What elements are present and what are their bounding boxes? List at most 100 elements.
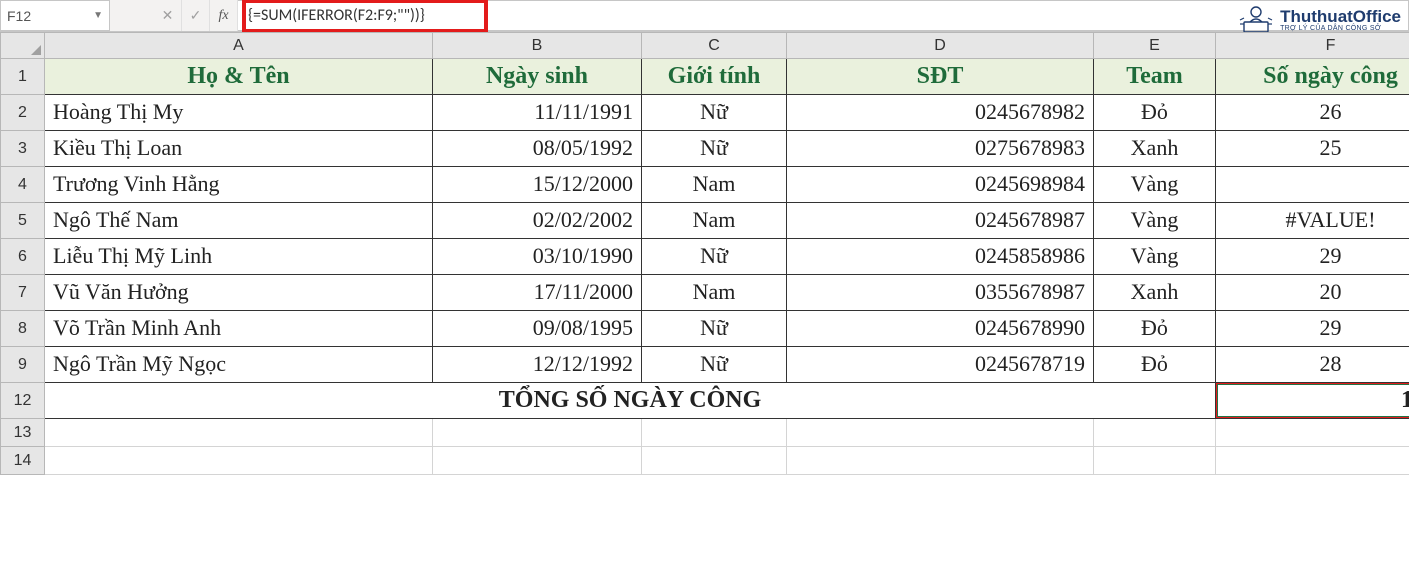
cell-days[interactable]: 25 bbox=[1216, 131, 1409, 167]
empty-cell[interactable] bbox=[1216, 447, 1409, 475]
cell-gender[interactable]: Nữ bbox=[642, 239, 787, 275]
row-header[interactable]: 5 bbox=[1, 203, 45, 239]
col-header-E[interactable]: E bbox=[1094, 33, 1216, 59]
cell-team[interactable]: Xanh bbox=[1094, 131, 1216, 167]
cell-dob[interactable]: 08/05/1992 bbox=[433, 131, 642, 167]
cell-dob[interactable]: 17/11/2000 bbox=[433, 275, 642, 311]
cell-phone[interactable]: 0355678987 bbox=[787, 275, 1094, 311]
formula-bar: F12 ▼ ✕ ✓ fx {=SUM(IFERROR(F2:F9;""))} T… bbox=[0, 0, 1409, 32]
cell-team[interactable]: Đỏ bbox=[1094, 311, 1216, 347]
col-header-F[interactable]: F bbox=[1216, 33, 1409, 59]
result-highlight-annotation bbox=[1216, 383, 1409, 419]
cell-days[interactable]: 29 bbox=[1216, 311, 1409, 347]
header-gender[interactable]: Giới tính bbox=[642, 59, 787, 95]
cell-name[interactable]: Liễu Thị Mỹ Linh bbox=[45, 239, 433, 275]
cell-phone[interactable]: 0245698984 bbox=[787, 167, 1094, 203]
row-header[interactable]: 14 bbox=[1, 447, 45, 475]
empty-cell[interactable] bbox=[642, 447, 787, 475]
cell-days[interactable]: 26 bbox=[1216, 95, 1409, 131]
cell-dob[interactable]: 15/12/2000 bbox=[433, 167, 642, 203]
cell-dob[interactable]: 03/10/1990 bbox=[433, 239, 642, 275]
formula-input[interactable]: {=SUM(IFERROR(F2:F9;""))} bbox=[238, 0, 1409, 31]
empty-cell[interactable] bbox=[433, 447, 642, 475]
cell-team[interactable]: Vàng bbox=[1094, 167, 1216, 203]
cell-days[interactable] bbox=[1216, 167, 1409, 203]
cell-gender[interactable]: Nữ bbox=[642, 95, 787, 131]
cell-phone[interactable]: 0245678990 bbox=[787, 311, 1094, 347]
empty-cell[interactable] bbox=[1094, 447, 1216, 475]
cell-name[interactable]: Ngô Trần Mỹ Ngọc bbox=[45, 347, 433, 383]
cell-days[interactable]: 29 bbox=[1216, 239, 1409, 275]
row-header[interactable]: 7 bbox=[1, 275, 45, 311]
empty-cell[interactable] bbox=[787, 419, 1094, 447]
name-box-dropdown-icon[interactable]: ▼ bbox=[93, 10, 103, 21]
cell-team[interactable]: Vàng bbox=[1094, 203, 1216, 239]
cell-dob[interactable]: 12/12/1992 bbox=[433, 347, 642, 383]
cell-phone[interactable]: 0245678987 bbox=[787, 203, 1094, 239]
cell-name[interactable]: Trương Vinh Hằng bbox=[45, 167, 433, 203]
spreadsheet-grid[interactable]: A B C D E F 1 Họ & Tên Ngày sinh Giới tí… bbox=[0, 32, 1409, 475]
cell-name[interactable]: Võ Trần Minh Anh bbox=[45, 311, 433, 347]
cell-team[interactable]: Xanh bbox=[1094, 275, 1216, 311]
empty-cell[interactable] bbox=[433, 419, 642, 447]
row-header[interactable]: 2 bbox=[1, 95, 45, 131]
cell-team[interactable]: Đỏ bbox=[1094, 95, 1216, 131]
header-phone[interactable]: SĐT bbox=[787, 59, 1094, 95]
total-value: 157 bbox=[1401, 387, 1409, 413]
empty-cell[interactable] bbox=[1216, 419, 1409, 447]
cell-gender[interactable]: Nữ bbox=[642, 347, 787, 383]
enter-formula-icon[interactable]: ✓ bbox=[182, 0, 210, 31]
active-cell-border bbox=[1216, 383, 1409, 418]
cell-phone[interactable]: 0275678983 bbox=[787, 131, 1094, 167]
row-header[interactable]: 6 bbox=[1, 239, 45, 275]
row-header[interactable]: 8 bbox=[1, 311, 45, 347]
header-dob[interactable]: Ngày sinh bbox=[433, 59, 642, 95]
row-header[interactable]: 3 bbox=[1, 131, 45, 167]
cell-dob[interactable]: 11/11/1991 bbox=[433, 95, 642, 131]
cell-gender[interactable]: Nữ bbox=[642, 131, 787, 167]
cell-name[interactable]: Kiều Thị Loan bbox=[45, 131, 433, 167]
insert-function-icon[interactable]: fx bbox=[210, 0, 238, 31]
select-all-corner[interactable] bbox=[1, 33, 45, 59]
cell-phone[interactable]: 0245678719 bbox=[787, 347, 1094, 383]
cell-days[interactable]: 20 bbox=[1216, 275, 1409, 311]
col-header-A[interactable]: A bbox=[45, 33, 433, 59]
col-header-B[interactable]: B bbox=[433, 33, 642, 59]
row-header-12[interactable]: 12 bbox=[1, 383, 45, 419]
cell-gender[interactable]: Nam bbox=[642, 203, 787, 239]
cell-days[interactable]: #VALUE! bbox=[1216, 203, 1409, 239]
cell-days[interactable]: 28 bbox=[1216, 347, 1409, 383]
empty-cell[interactable] bbox=[45, 419, 433, 447]
cell-team[interactable]: Vàng bbox=[1094, 239, 1216, 275]
cell-dob[interactable]: 02/02/2002 bbox=[433, 203, 642, 239]
total-value-cell[interactable]: 157 bbox=[1216, 383, 1409, 419]
name-box[interactable]: F12 ▼ bbox=[0, 0, 110, 31]
cell-name[interactable]: Ngô Thế Nam bbox=[45, 203, 433, 239]
cell-phone[interactable]: 0245858986 bbox=[787, 239, 1094, 275]
row-header[interactable]: 9 bbox=[1, 347, 45, 383]
header-team[interactable]: Team bbox=[1094, 59, 1216, 95]
cell-dob[interactable]: 09/08/1995 bbox=[433, 311, 642, 347]
empty-cell[interactable] bbox=[642, 419, 787, 447]
row-header[interactable]: 13 bbox=[1, 419, 45, 447]
cell-gender[interactable]: Nữ bbox=[642, 311, 787, 347]
empty-cell[interactable] bbox=[787, 447, 1094, 475]
cell-gender[interactable]: Nam bbox=[642, 275, 787, 311]
header-days[interactable]: Số ngày công bbox=[1216, 59, 1409, 95]
cell-name[interactable]: Hoàng Thị My bbox=[45, 95, 433, 131]
empty-cell[interactable] bbox=[1094, 419, 1216, 447]
cell-gender[interactable]: Nam bbox=[642, 167, 787, 203]
cell-team[interactable]: Đỏ bbox=[1094, 347, 1216, 383]
cell-name[interactable]: Vũ Văn Hưởng bbox=[45, 275, 433, 311]
col-header-C[interactable]: C bbox=[642, 33, 787, 59]
row-header[interactable]: 4 bbox=[1, 167, 45, 203]
cancel-formula-icon[interactable]: ✕ bbox=[154, 0, 182, 31]
header-name[interactable]: Họ & Tên bbox=[45, 59, 433, 95]
empty-cell[interactable] bbox=[45, 447, 433, 475]
row-header-1[interactable]: 1 bbox=[1, 59, 45, 95]
cell-phone[interactable]: 0245678982 bbox=[787, 95, 1094, 131]
formula-text: {=SUM(IFERROR(F2:F9;""))} bbox=[248, 6, 425, 25]
col-header-D[interactable]: D bbox=[787, 33, 1094, 59]
name-box-value: F12 bbox=[7, 8, 31, 24]
total-label[interactable]: TỔNG SỐ NGÀY CÔNG bbox=[45, 383, 1216, 419]
